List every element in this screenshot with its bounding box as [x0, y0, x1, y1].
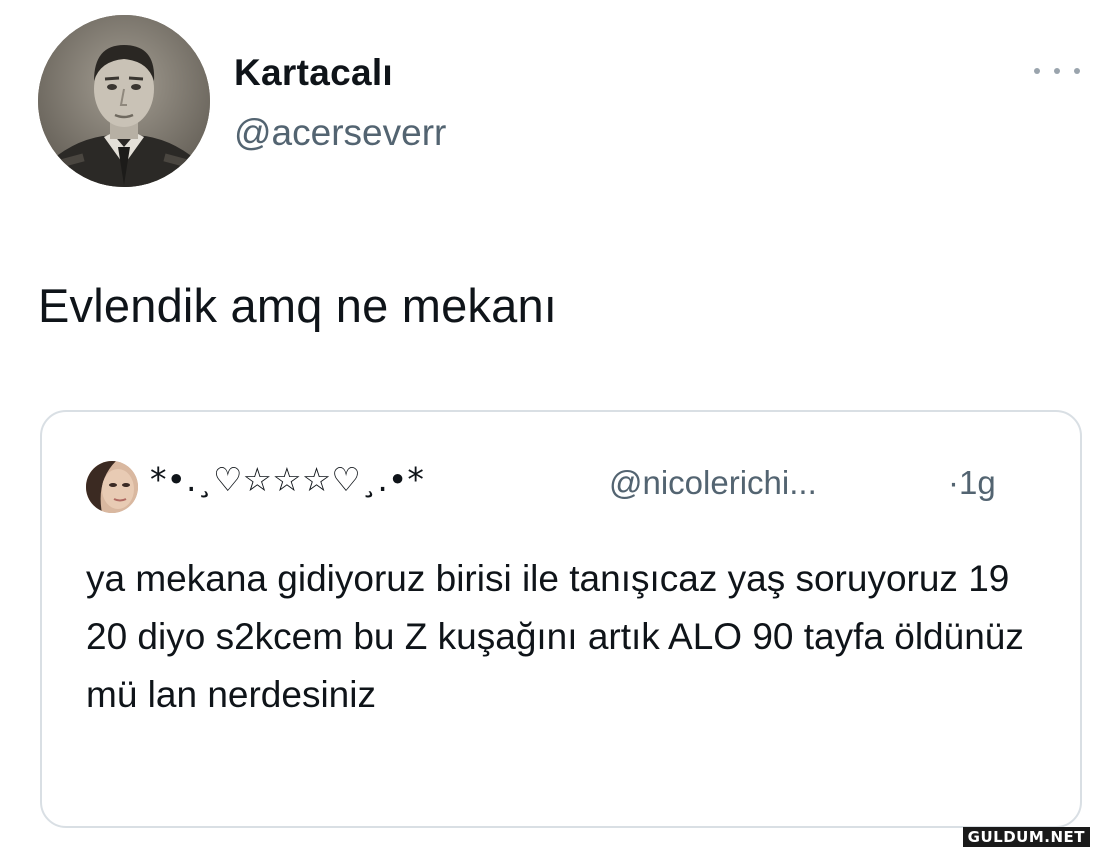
more-options-icon[interactable]	[1034, 56, 1080, 86]
quoted-tweet[interactable]: *•.¸♡☆☆☆♡¸.•* @nicolerichi... ·1g ya mek…	[40, 410, 1082, 828]
quoted-tweet-text: ya mekana gidiyoruz birisi ile tanışıcaz…	[86, 558, 1024, 715]
author-avatar[interactable]	[38, 15, 210, 187]
quoted-author-avatar[interactable]	[86, 461, 138, 513]
more-dot	[1054, 68, 1060, 74]
more-dot	[1074, 68, 1080, 74]
quoted-author-handle[interactable]: @nicolerichi...	[609, 464, 817, 502]
author-display-name[interactable]: Kartacalı	[234, 52, 393, 94]
quoted-author-display-name[interactable]: *•.¸♡☆☆☆♡¸.•*	[150, 460, 424, 499]
more-dot	[1034, 68, 1040, 74]
watermark: GULDUM.NET	[962, 827, 1090, 847]
tweet-card: Kartacalı @acerseverr Evlendik amq ne me…	[0, 0, 1100, 850]
quoted-tweet-timestamp[interactable]: ·1g	[948, 464, 996, 502]
author-handle[interactable]: @acerseverr	[234, 112, 446, 154]
profile-photo-icon	[38, 15, 210, 187]
tweet-text: Evlendik amq ne mekanı	[38, 279, 558, 332]
profile-photo-icon	[86, 461, 138, 513]
